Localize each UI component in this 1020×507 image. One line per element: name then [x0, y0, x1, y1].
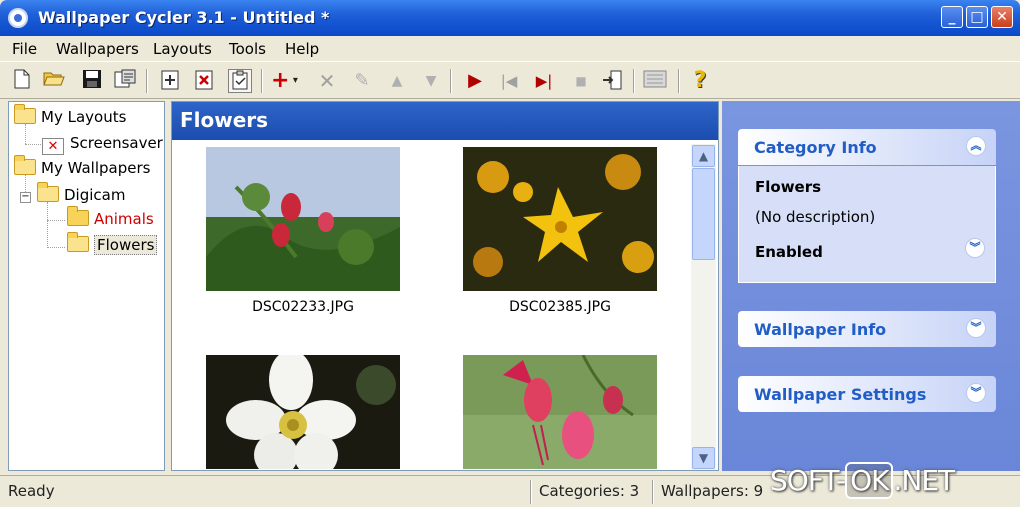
- collapse-expander-icon[interactable]: −: [20, 192, 31, 203]
- menu-help[interactable]: Help: [285, 40, 319, 58]
- wallpaper-thumbnail[interactable]: [463, 147, 657, 291]
- watermark-text: SOFT-: [770, 464, 846, 497]
- toolbar-separator: [633, 69, 635, 93]
- new-file-icon[interactable]: [10, 69, 34, 93]
- tree-label: My Wallpapers: [41, 159, 151, 177]
- category-tree[interactable]: My Layouts ✕ Screensaver My Wallpapers − …: [8, 101, 165, 471]
- menu-wallpapers[interactable]: Wallpapers: [56, 40, 139, 58]
- category-description: (No description): [755, 208, 876, 226]
- thumbnail-label: DSC02385.JPG: [509, 299, 611, 315]
- move-to-icon[interactable]: [600, 69, 624, 93]
- category-info-body: Flowers (No description) Enabled ︾: [738, 166, 996, 283]
- toolbar-separator: [678, 69, 680, 93]
- menu-bar: File Wallpapers Layouts Tools Help: [0, 36, 1020, 62]
- wallpaper-thumbnail[interactable]: [206, 147, 400, 291]
- toolbar-separator: [261, 69, 263, 93]
- folder-open-icon: [14, 104, 36, 124]
- close-button[interactable]: ✕: [991, 6, 1013, 28]
- menu-file[interactable]: File: [12, 40, 37, 58]
- tree-line: [47, 202, 48, 248]
- add-wallpaper-icon[interactable]: + ▾: [271, 69, 307, 93]
- delete-item-icon[interactable]: [192, 69, 216, 93]
- maximize-button[interactable]: □: [966, 6, 988, 28]
- tree-line: [25, 144, 43, 145]
- minimize-button[interactable]: _: [941, 6, 963, 28]
- expand-chevron-icon[interactable]: ︾: [966, 383, 986, 403]
- tree-line: [47, 220, 65, 221]
- scroll-thumb[interactable]: [692, 168, 715, 260]
- properties-icon[interactable]: [113, 69, 137, 93]
- scroll-up-icon[interactable]: ▲: [692, 145, 715, 167]
- wallpaper-info-header[interactable]: Wallpaper Info ︾: [738, 311, 996, 347]
- app-icon[interactable]: [8, 8, 28, 28]
- tree-item-screensaver[interactable]: ✕ Screensaver: [42, 134, 163, 156]
- thumbnail-label: DSC02233.JPG: [252, 299, 354, 315]
- group-title: Wallpaper Settings: [754, 385, 927, 404]
- stop-icon[interactable]: ■: [569, 69, 593, 93]
- tree-label: Digicam: [64, 186, 126, 204]
- tree-item-flowers[interactable]: Flowers: [67, 232, 158, 258]
- wallpaper-settings-header[interactable]: Wallpaper Settings ︾: [738, 376, 996, 412]
- open-folder-icon[interactable]: [42, 69, 66, 93]
- status-ready: Ready: [8, 482, 55, 500]
- folder-icon: [67, 206, 89, 226]
- tree-item-my-layouts[interactable]: My Layouts: [14, 104, 127, 130]
- status-separator: [652, 480, 654, 504]
- add-item-icon[interactable]: [158, 69, 182, 93]
- tree-line: [47, 247, 65, 248]
- menu-tools[interactable]: Tools: [229, 40, 266, 58]
- category-info-header[interactable]: Category Info ︽: [738, 129, 996, 165]
- folder-open-icon: [67, 232, 89, 252]
- display-icon[interactable]: [643, 69, 667, 93]
- status-categories: Categories: 3: [539, 482, 640, 500]
- info-pane: Category Info ︽ Flowers (No description)…: [722, 101, 1020, 471]
- toolbar-separator: [146, 69, 148, 93]
- category-header: Flowers: [172, 102, 718, 140]
- tree-label: Animals: [94, 210, 154, 228]
- category-name: Flowers: [755, 178, 822, 196]
- watermark-text: OK: [845, 462, 894, 499]
- expand-chevron-icon[interactable]: ︾: [966, 318, 986, 338]
- tree-item-animals[interactable]: Animals: [67, 206, 154, 232]
- play-icon[interactable]: ▶: [463, 69, 487, 93]
- tree-label: Flowers: [94, 235, 158, 255]
- folder-open-icon: [37, 182, 59, 202]
- wallpaper-thumbnail[interactable]: [463, 355, 657, 469]
- tree-label: Screensaver: [70, 134, 163, 152]
- wallpaper-grid-panel: Flowers DSC02233.JPG DSC02385.JPG ▲ ▼: [171, 101, 719, 471]
- move-down-icon[interactable]: ▼: [419, 69, 443, 93]
- menu-layouts[interactable]: Layouts: [153, 40, 212, 58]
- tree-label: My Layouts: [41, 108, 127, 126]
- window-title: Wallpaper Cycler 3.1 - Untitled *: [38, 8, 330, 27]
- group-title: Wallpaper Info: [754, 320, 887, 339]
- checklist-icon[interactable]: [228, 69, 252, 93]
- remove-wallpaper-icon[interactable]: ✕: [315, 69, 339, 93]
- help-icon[interactable]: ?: [688, 69, 712, 93]
- title-bar: Wallpaper Cycler 3.1 - Untitled * _ □ ✕: [0, 0, 1020, 36]
- screensaver-icon: ✕: [42, 138, 64, 155]
- move-up-icon[interactable]: ▲: [385, 69, 409, 93]
- folder-open-icon: [14, 155, 36, 175]
- watermark-logo: SOFT- OK .NET: [770, 462, 955, 499]
- save-icon[interactable]: [80, 69, 104, 93]
- expand-chevron-icon[interactable]: ︾: [965, 238, 985, 258]
- watermark-text: .NET: [893, 464, 955, 497]
- tree-item-my-wallpapers[interactable]: My Wallpapers: [14, 155, 151, 181]
- toolbar: + ▾ ✕ ✎ ▲ ▼ ▶ |◀ ▶| ■ ?: [0, 63, 1020, 99]
- group-title: Category Info: [754, 138, 877, 157]
- next-icon[interactable]: ▶|: [532, 69, 556, 93]
- tree-item-digicam[interactable]: Digicam: [37, 182, 126, 208]
- collapse-chevron-icon[interactable]: ︽: [966, 136, 986, 156]
- previous-icon[interactable]: |◀: [497, 69, 521, 93]
- status-wallpapers: Wallpapers: 9: [661, 482, 764, 500]
- scroll-down-icon[interactable]: ▼: [692, 447, 715, 469]
- category-status: Enabled: [755, 243, 823, 261]
- vertical-scrollbar[interactable]: ▲ ▼: [691, 144, 716, 470]
- wallpaper-thumbnail[interactable]: [206, 355, 400, 469]
- edit-wallpaper-icon[interactable]: ✎: [350, 69, 374, 93]
- toolbar-separator: [450, 69, 452, 93]
- status-separator: [530, 480, 532, 504]
